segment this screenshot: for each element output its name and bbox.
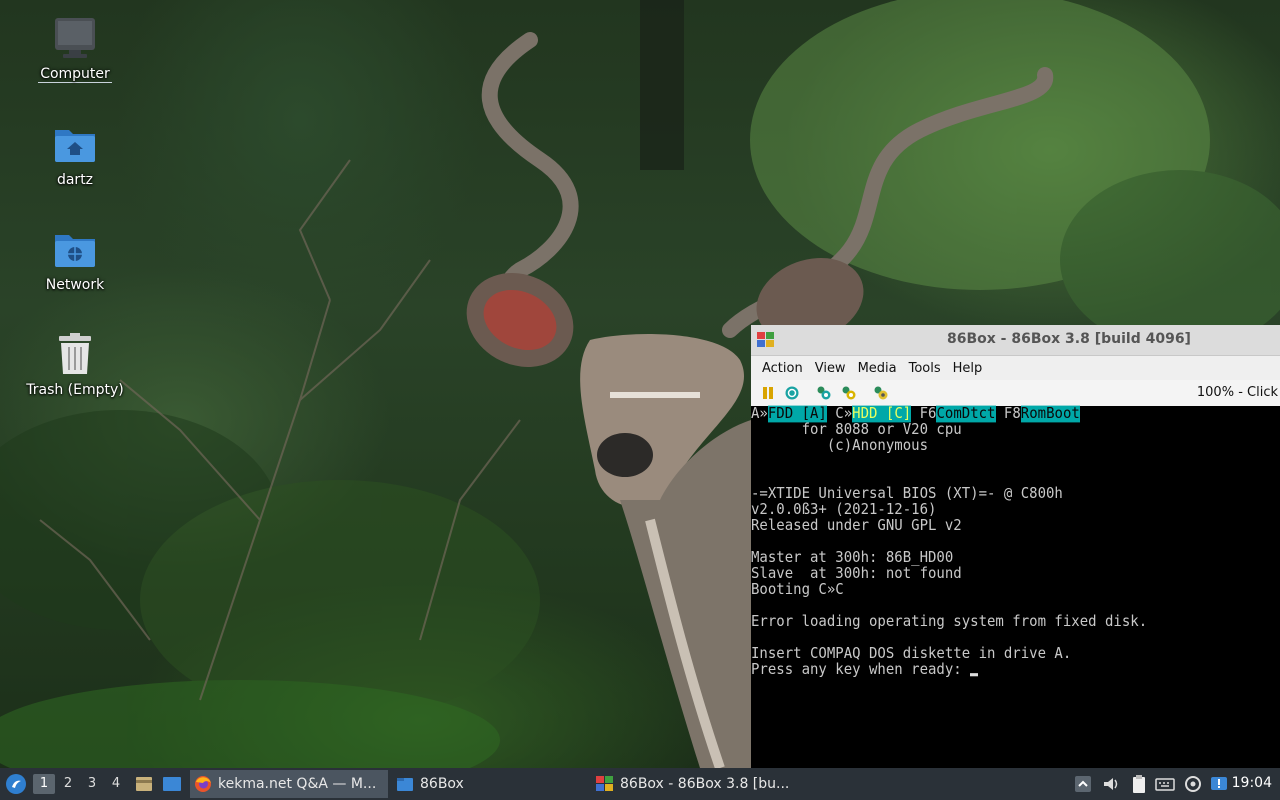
clock[interactable]: 19:04 <box>1232 775 1272 791</box>
network-status-icon[interactable] <box>1183 774 1203 794</box>
screen-prompt-line: Press any key when ready: <box>751 662 979 679</box>
computer-icon <box>53 16 97 60</box>
tray-expand-icon[interactable] <box>1073 774 1093 794</box>
window-title: 86Box - 86Box 3.8 [build 4096] <box>947 331 1191 347</box>
file-manager-icon[interactable] <box>134 774 154 794</box>
boot-option-comdtct: ComDtct <box>936 405 996 423</box>
menu-media[interactable]: Media <box>852 361 903 376</box>
zoom-status: 100% - Click <box>1196 385 1278 400</box>
app-menu-icon[interactable] <box>5 773 27 795</box>
86box-icon <box>757 332 774 347</box>
workspace-3[interactable]: 3 <box>81 774 103 794</box>
screen-line: Booting C»C <box>751 581 844 599</box>
screen-line: (c)Anonymous <box>751 437 929 455</box>
trash-icon <box>53 332 97 376</box>
screen-line: Slave at 300h: not found <box>751 565 962 583</box>
task-86box-folder[interactable]: 86Box <box>392 770 586 798</box>
toolbar: 100% - Click <box>751 380 1280 407</box>
boot-option-romboot: RomBoot <box>1020 405 1080 423</box>
boot-menu-line: A»FDD [A] C»HDD [C] F6ComDtct F8RomBoot <box>751 405 1080 423</box>
menu-action[interactable]: Action <box>756 361 809 376</box>
settings-icon[interactable] <box>873 385 889 401</box>
pause-icon[interactable] <box>760 385 776 401</box>
task-label: kekma.net Q&A — M... <box>218 776 377 792</box>
screen-line: for 8088 or V20 cpu <box>751 421 962 439</box>
volume-icon[interactable] <box>1101 774 1121 794</box>
desktop-icon-computer[interactable]: Computer <box>20 16 130 83</box>
desktop-icon-label: Network <box>45 277 105 293</box>
86box-window[interactable]: 86Box - 86Box 3.8 [build 4096] Action Vi… <box>751 325 1280 768</box>
menu-view[interactable]: View <box>809 361 852 376</box>
screen-line: -=XTIDE Universal BIOS (XT)=- @ C800h <box>751 485 1063 503</box>
boot-option-fdd: FDD [A] <box>767 405 827 423</box>
86box-icon <box>596 776 613 791</box>
keyboard-layout-icon[interactable] <box>1155 774 1175 794</box>
desktop-icon-label: dartz <box>56 172 94 188</box>
screen-line: Error loading operating system from fixe… <box>751 613 1148 631</box>
window-titlebar[interactable]: 86Box - 86Box 3.8 [build 4096] <box>751 325 1280 356</box>
desktop-icon-home[interactable]: dartz <box>20 122 130 188</box>
desktop-icon-trash[interactable]: Trash (Empty) <box>20 332 130 398</box>
network-folder-icon <box>53 227 97 271</box>
screen-line: Released under GNU GPL v2 <box>751 517 962 535</box>
ctrl-alt-esc-icon[interactable] <box>841 385 857 401</box>
updates-icon[interactable] <box>1209 774 1229 794</box>
screen-line: Insert COMPAQ DOS diskette in drive A. <box>751 645 1072 663</box>
text-cursor <box>970 673 979 677</box>
firefox-icon <box>195 776 211 792</box>
boot-option-hdd: HDD [C] <box>852 405 912 423</box>
task-86box-window[interactable]: 86Box - 86Box 3.8 [bu... <box>592 770 796 798</box>
menu-tools[interactable]: Tools <box>903 361 947 376</box>
workspace-2[interactable]: 2 <box>57 774 79 794</box>
reset-icon[interactable] <box>784 385 800 401</box>
menu-bar: Action View Media Tools Help <box>751 356 1280 380</box>
desktop-icon-network[interactable]: Network <box>20 227 130 293</box>
screen-line: v2.0.0ß3+ (2021-12-16) <box>751 501 937 519</box>
clipboard-icon[interactable] <box>1129 774 1149 794</box>
folder-icon <box>397 778 413 791</box>
ctrl-alt-del-icon[interactable] <box>816 385 832 401</box>
menu-help[interactable]: Help <box>947 361 989 376</box>
screen-line: Master at 300h: 86B_HD00 <box>751 549 954 567</box>
taskbar: 1 2 3 4 kekma.net Q&A — M... 86Box 86Box… <box>0 768 1280 800</box>
show-desktop-icon[interactable] <box>162 774 182 794</box>
emulator-screen[interactable]: A»FDD [A] C»HDD [C] F6ComDtct F8RomBoot … <box>751 405 1280 768</box>
task-label: 86Box - 86Box 3.8 [bu... <box>620 776 790 792</box>
desktop-icon-label: Trash (Empty) <box>26 382 124 398</box>
workspace-4[interactable]: 4 <box>105 774 127 794</box>
workspace-1[interactable]: 1 <box>33 774 55 794</box>
home-folder-icon <box>53 122 97 166</box>
task-label: 86Box <box>420 776 464 792</box>
task-firefox[interactable]: kekma.net Q&A — M... <box>190 770 388 798</box>
desktop-icon-label: Computer <box>38 66 112 83</box>
